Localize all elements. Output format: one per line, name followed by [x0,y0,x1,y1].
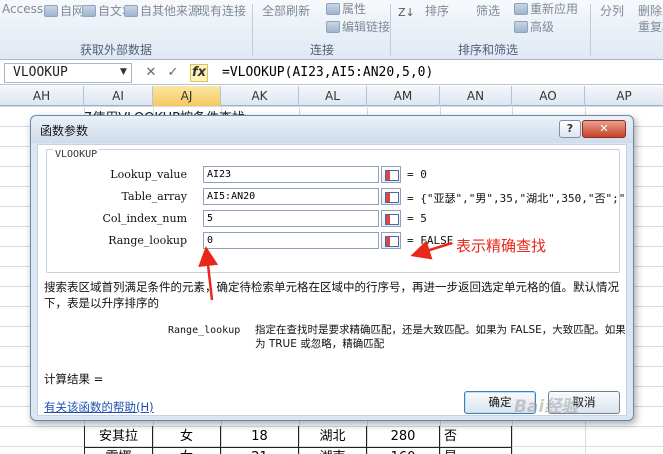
table-cell[interactable]: 18 [221,426,299,448]
properties-icon [326,3,340,15]
table-cell[interactable]: 女 [153,447,221,454]
column-header[interactable]: AL [299,86,367,106]
arg-result: = FALSE [407,234,454,247]
links-icon [326,21,340,33]
ribbon-separator [252,4,253,56]
ribbon-separator [390,4,391,56]
function-description: 搜索表区域首列满足条件的元素，确定待检索单元格在区域中的行序号，再进一步返回选定… [44,280,619,310]
table-cell[interactable]: 安其拉 [84,426,153,448]
dialog-title: 函数参数 [40,124,89,138]
refresh-all-button[interactable]: 全部刷新 [262,2,310,19]
dialog-titlebar[interactable]: 函数参数 ? ✕ [31,116,633,143]
arg-label-range-lookup: Range_lookup [108,234,187,247]
group-label-get-external: 获取外部数据 [80,43,153,57]
column-header[interactable]: AN [440,86,512,106]
dialog-body: VLOOKUP Lookup_value AI23 = 0 Table_arra… [37,144,627,416]
group-label-sort-filter: 排序和筛选 [458,43,519,57]
advanced-button[interactable]: 高级 [514,18,554,35]
lookup-value-input[interactable]: AI23 [203,166,379,183]
web-icon [44,5,58,17]
column-header[interactable]: AO [512,86,585,106]
arg-label-lookup-value: Lookup_value [110,168,187,181]
arg-result: = 5 [407,212,427,225]
arg-help-text: 指定在查找时是要求精确匹配，还是大致匹配。如果为 FALSE，大致匹配。如果为 … [255,324,626,350]
column-header[interactable]: AK [221,86,299,106]
other-sources-icon [124,5,138,17]
sort-button[interactable]: 排序 [425,2,449,19]
duplicates-label: 重复项 [638,20,663,34]
ribbon-separator [590,4,591,56]
table-cell[interactable]: 21 [221,447,299,454]
function-name: VLOOKUP [53,149,100,160]
table-cell[interactable]: 湖南 [299,447,367,454]
access-button[interactable]: Access [2,2,43,16]
column-header[interactable]: AI [84,86,153,106]
collapse-dialog-icon[interactable] [381,166,401,183]
range-lookup-input[interactable]: 0 [203,232,379,249]
table-cell[interactable]: 露娜 [84,447,153,454]
ribbon: Access 自网站 自文本 自其他来源 现有连接 全部刷新 属性 编辑链接 Z… [0,0,663,60]
function-arguments-dialog: 函数参数 ? ✕ VLOOKUP Lookup_value AI23 = 0 T… [30,115,634,421]
collapse-dialog-icon[interactable] [381,232,401,249]
watermark: Bai经验 [514,397,579,417]
group-label-connections: 连接 [310,43,335,57]
annotation-label: 表示精确查找 [456,237,547,255]
advanced-filter-icon [514,21,528,33]
table-cell[interactable]: 160 [367,447,440,454]
column-header[interactable]: AM [367,86,440,106]
table-cell[interactable]: 女 [153,426,221,448]
arg-label-col-index: Col_index_num [102,212,187,225]
arg-help-name: Range_lookup [168,325,241,336]
insert-function-icon[interactable]: fx [190,64,208,82]
table-array-input[interactable]: AI5:AN20 [203,188,379,205]
column-header[interactable]: AH [0,86,84,106]
column-header[interactable]: AP [585,86,663,106]
arg-label-table-array: Table_array [121,190,187,203]
remove-duplicates-button[interactable]: 删除 [638,2,662,19]
calc-result: 计算结果 = [44,372,104,386]
table-cell[interactable]: 280 [367,426,440,448]
text-to-columns-button[interactable]: 分列 [600,2,624,19]
chevron-down-icon[interactable]: ▼ [120,67,127,77]
existing-connections-button[interactable]: 现有连接 [198,2,246,19]
table-cell[interactable]: 是 [440,447,512,454]
table-cell[interactable]: 湖北 [299,426,367,448]
collapse-dialog-icon[interactable] [381,188,401,205]
enter-formula-icon[interactable]: ✓ [164,64,182,82]
cancel-formula-icon[interactable]: ✕ [142,64,160,82]
collapse-dialog-icon[interactable] [381,210,401,227]
name-box[interactable]: VLOOKUP [4,63,132,83]
sort-az-icon[interactable]: Z↓ [398,6,415,19]
reapply-icon [514,3,528,15]
formula-input[interactable]: =VLOOKUP(AI23,AI5:AN20,5,0) [222,63,660,83]
edit-links-button[interactable]: 编辑链接 [326,18,390,35]
reapply-button[interactable]: 重新应用 [514,0,578,17]
arg-result: = 0 [407,168,427,181]
properties-button[interactable]: 属性 [326,0,366,17]
function-help-link[interactable]: 有关该函数的帮助(H) [44,399,154,415]
table-cell[interactable]: 否 [440,426,512,448]
filter-button[interactable]: 筛选 [476,2,500,19]
column-header-selected[interactable]: AJ [153,86,221,106]
col-index-input[interactable]: 5 [203,210,379,227]
text-icon [82,5,96,17]
from-other-button[interactable]: 自其他来源 [124,2,200,19]
formula-bar: VLOOKUP ▼ ✕ ✓ fx =VLOOKUP(AI23,AI5:AN20,… [0,61,663,85]
close-icon[interactable]: ✕ [582,120,626,138]
column-headers: AH AI AJ AK AL AM AN AO AP [0,86,663,106]
arg-result: = {"亚瑟","男",35,"湖北",350,"否";" [407,192,626,205]
help-icon[interactable]: ? [559,120,581,138]
